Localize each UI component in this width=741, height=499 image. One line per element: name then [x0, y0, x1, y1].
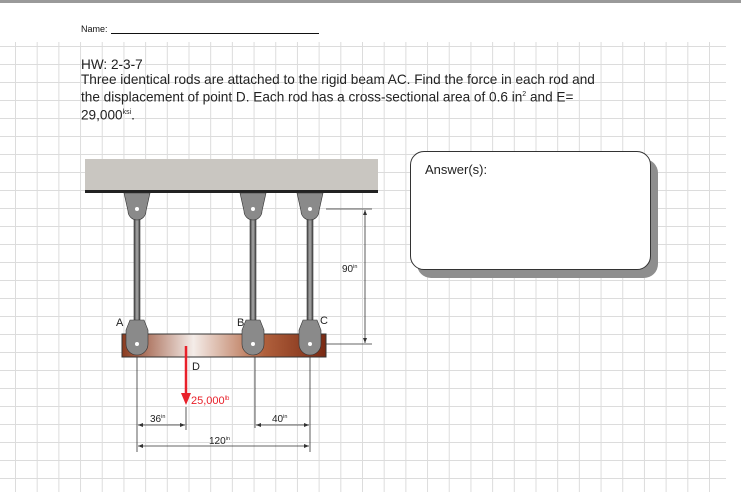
point-c-label: C: [320, 315, 328, 327]
point-b-label: B: [237, 317, 244, 329]
load-label: 25,000lb: [191, 395, 230, 407]
rigid-beam: [121, 333, 327, 358]
point-a-label: A: [116, 317, 124, 329]
rod-a: [123, 192, 151, 323]
ceiling-support: [85, 159, 378, 193]
rods: [123, 192, 324, 323]
dim-rod-length-label: 90in: [342, 264, 357, 275]
rod-b: [239, 192, 267, 323]
rod-c: [296, 192, 324, 323]
dim-ac-label: 120in: [209, 436, 230, 447]
dim-ad-label: 36in: [150, 414, 165, 425]
point-d-label: D: [192, 361, 200, 373]
beam-diagram: A B C D 25,000lb 36in 40in 120in 90in: [85, 159, 378, 452]
dim-bc-label: 40in: [272, 414, 287, 425]
